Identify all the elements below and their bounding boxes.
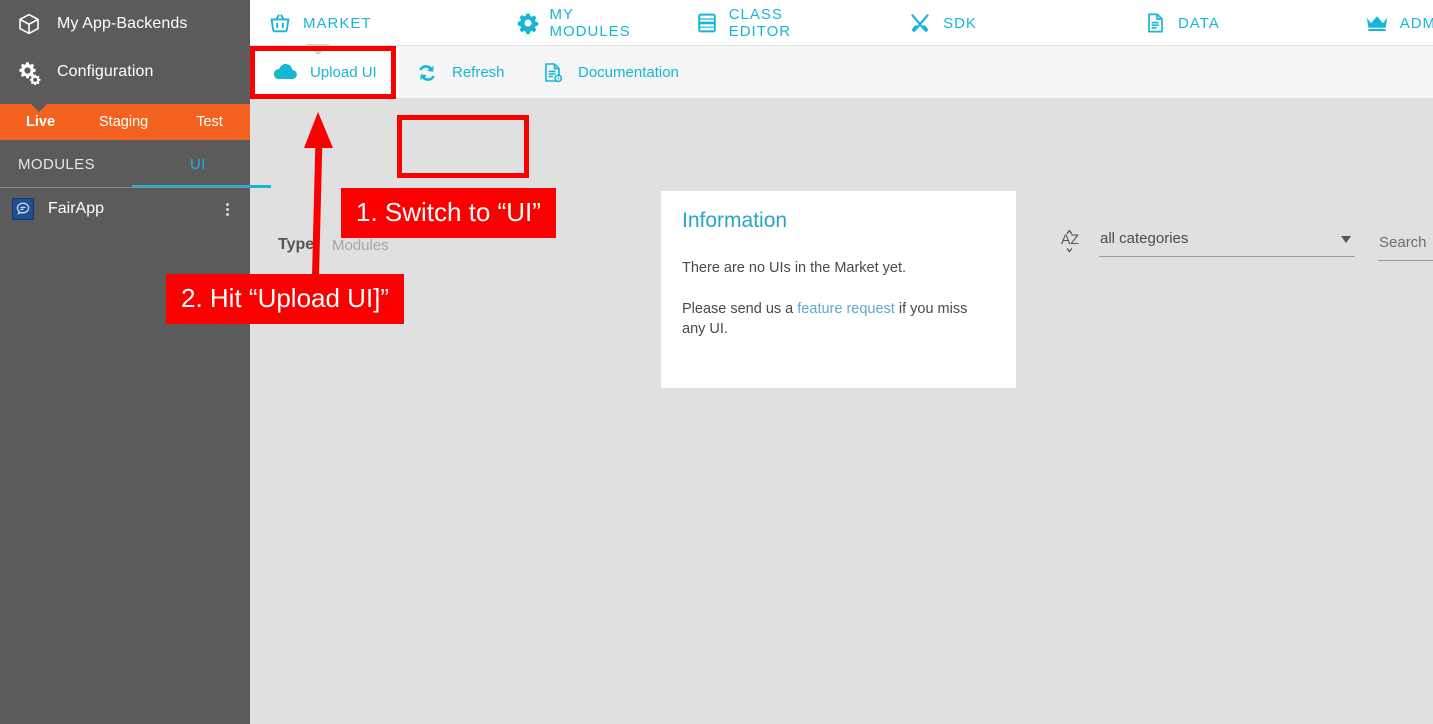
nav-label: MY MODULES: [549, 6, 631, 40]
search-input[interactable]: Search: [1379, 234, 1427, 251]
document-clock-icon: [540, 60, 566, 86]
nav-tab-sdk[interactable]: SDK: [908, 0, 977, 46]
kebab-icon[interactable]: [218, 202, 236, 216]
env-tab-test[interactable]: Test: [186, 114, 233, 130]
information-card: Information There are no UIs in the Mark…: [661, 191, 1016, 388]
cube-icon: [16, 11, 42, 37]
card-title: Information: [682, 209, 788, 232]
chevron-down-icon: [1341, 236, 1351, 243]
fairapp-icon: [12, 198, 34, 220]
document-icon: [1143, 11, 1167, 35]
category-value: all categories: [1100, 230, 1189, 247]
documentation-button[interactable]: Documentation: [528, 46, 691, 99]
search-underline: [1378, 260, 1433, 261]
toolbar-label: Documentation: [578, 64, 679, 81]
card-line-1: There are no UIs in the Market yet.: [682, 260, 907, 276]
refresh-icon: [414, 60, 440, 86]
sidebar-item-my-app-backends[interactable]: My App-Backends: [0, 0, 250, 48]
sidebar-tab-modules[interactable]: MODULES: [18, 140, 95, 188]
env-notch: [30, 103, 48, 112]
nav-label: CLASS EDITOR: [728, 6, 792, 40]
nav-label: ADMIN: [1399, 14, 1433, 32]
nav-tab-data[interactable]: DATA: [1143, 0, 1220, 46]
annotation-box-type-toggle: [397, 115, 529, 178]
card-line-2-before: Please send us a: [682, 301, 798, 317]
annotation-step-1: 1. Switch to “UI”: [341, 188, 556, 238]
annotation-step-2: 2. Hit “Upload UI]”: [166, 274, 405, 324]
nav-tab-admin[interactable]: ADMIN: [1365, 0, 1433, 46]
basket-icon: [268, 11, 292, 35]
sidebar: My App-Backends Configuration Live Stagi…: [0, 0, 270, 724]
sidebar-item-label: Configuration: [57, 63, 154, 80]
card-line-2: Please send us a feature request if you …: [682, 299, 990, 339]
action-toolbar: Upload UI Refresh Documentation: [250, 46, 1433, 99]
top-navigation: MARKET MY MODULES CLASS EDITOR SDK DATA …: [250, 0, 1433, 46]
sidebar-tabs: MODULES UI: [0, 140, 270, 188]
sidebar-tab-ui[interactable]: UI: [132, 140, 270, 188]
app-root: My App-Backends Configuration Live Stagi…: [0, 0, 1433, 724]
select-underline: [1099, 256, 1355, 257]
crown-icon: [1365, 11, 1389, 35]
svg-text:AZ: AZ: [1061, 231, 1079, 247]
gear-icon: [517, 11, 539, 35]
module-name: FairApp: [48, 200, 105, 217]
env-tab-live[interactable]: Live: [16, 114, 65, 130]
nav-label: MARKET: [303, 14, 372, 32]
sort-az-icon[interactable]: AZ: [1060, 227, 1086, 257]
nav-tab-my-modules[interactable]: MY MODULES: [517, 0, 633, 46]
table-icon: [696, 11, 718, 35]
search-field[interactable]: Search: [1378, 227, 1433, 261]
nav-tab-market[interactable]: MARKET: [268, 0, 372, 46]
feature-request-link[interactable]: feature request: [797, 301, 895, 317]
nav-label: DATA: [1177, 14, 1220, 32]
sidebar-item-configuration[interactable]: Configuration: [0, 48, 250, 96]
env-tab-staging[interactable]: Staging: [89, 114, 158, 130]
toolbar-label: Refresh: [452, 64, 505, 81]
nav-tab-class-editor[interactable]: CLASS EDITOR: [696, 0, 793, 46]
tools-icon: [908, 11, 932, 35]
environment-selector: Live Staging Test: [0, 103, 250, 140]
category-select[interactable]: all categories: [1099, 223, 1355, 257]
list-item[interactable]: FairApp: [0, 190, 250, 228]
gears-icon: [16, 59, 42, 85]
nav-label: SDK: [943, 14, 977, 32]
refresh-button[interactable]: Refresh: [402, 46, 517, 99]
sidebar-item-label: My App-Backends: [57, 15, 188, 32]
module-list: FairApp: [0, 190, 250, 228]
